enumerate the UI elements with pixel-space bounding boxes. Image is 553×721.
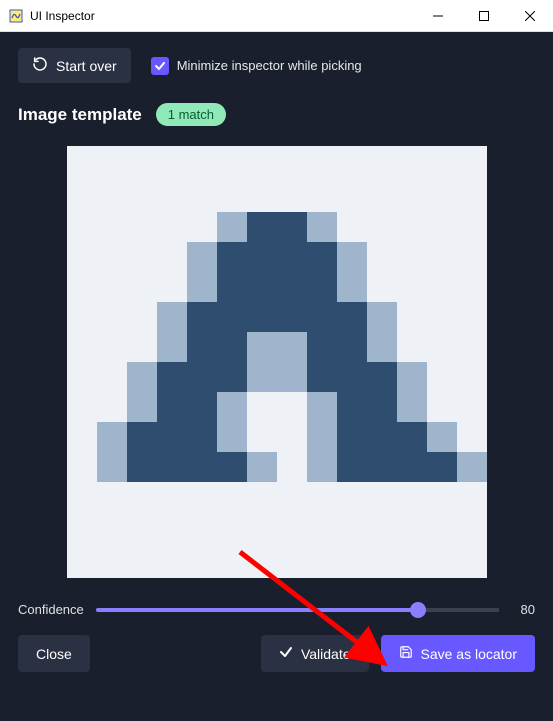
close-label: Close [36, 646, 72, 662]
save-as-locator-button[interactable]: Save as locator [381, 635, 536, 672]
content-area: Start over Minimize inspector while pick… [0, 32, 553, 721]
app-icon [8, 8, 24, 24]
minimize-button[interactable] [415, 0, 461, 32]
confidence-slider[interactable] [96, 608, 499, 612]
top-row: Start over Minimize inspector while pick… [18, 48, 535, 83]
slider-track-remain [418, 608, 499, 612]
window-controls [415, 0, 553, 31]
restart-icon [32, 56, 48, 75]
spacer [102, 635, 249, 672]
window-title: UI Inspector [30, 9, 95, 23]
page-title: Image template [18, 105, 142, 125]
confidence-value: 80 [511, 602, 535, 617]
close-button[interactable]: Close [18, 635, 90, 672]
start-over-label: Start over [56, 58, 117, 74]
validate-label: Validate [301, 646, 351, 662]
match-badge: 1 match [156, 103, 226, 126]
start-over-button[interactable]: Start over [18, 48, 131, 83]
preview-wrap [18, 146, 535, 578]
minimize-checkbox[interactable] [151, 57, 169, 75]
image-preview [67, 146, 487, 578]
save-icon [399, 645, 413, 662]
close-window-button[interactable] [507, 0, 553, 32]
titlebar: UI Inspector [0, 0, 553, 32]
template-image [67, 146, 487, 578]
confidence-label: Confidence [18, 602, 84, 617]
button-row: Close Validate Save as locator [18, 635, 535, 672]
check-icon [279, 645, 293, 662]
slider-thumb[interactable] [410, 602, 426, 618]
maximize-button[interactable] [461, 0, 507, 32]
minimize-checkbox-label: Minimize inspector while picking [177, 58, 362, 73]
save-label: Save as locator [421, 646, 518, 662]
heading-row: Image template 1 match [18, 103, 535, 126]
validate-button[interactable]: Validate [261, 635, 369, 672]
minimize-checkbox-row: Minimize inspector while picking [151, 57, 362, 75]
confidence-row: Confidence 80 [18, 602, 535, 617]
